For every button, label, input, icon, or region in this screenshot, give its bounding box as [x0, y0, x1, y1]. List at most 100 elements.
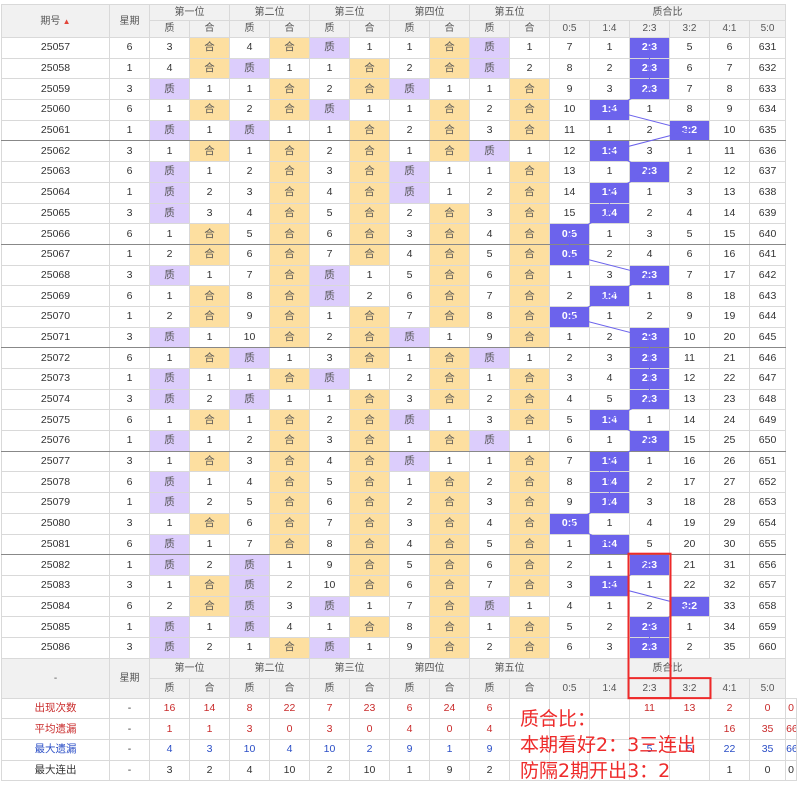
ratio-cell: 2 — [589, 243, 630, 266]
position-cell: 6 — [469, 264, 510, 287]
position-cell: 合 — [509, 471, 550, 494]
position-cell: 质 — [469, 57, 510, 80]
position-cell: 6 — [389, 285, 430, 307]
position-cell: 1 — [149, 512, 190, 535]
position-cell: 1 — [349, 368, 390, 390]
stats-value: 2 — [309, 759, 350, 782]
ratio-hit-cell: 2:3 — [629, 326, 670, 349]
period-cell: 25080 — [1, 512, 110, 535]
ratio-cell: 5 — [669, 37, 710, 59]
ratio-cell: 636 — [748, 140, 787, 163]
position-cell: 8 — [389, 616, 430, 638]
position-cell: 合 — [269, 471, 310, 494]
position-cell: 合 — [189, 99, 230, 121]
header-ratio-0-5: 0:5 — [549, 677, 590, 699]
ratio-cell: 1 — [589, 37, 630, 59]
period-cell: 25073 — [1, 368, 110, 390]
position-cell: 合 — [269, 181, 310, 204]
ratio-hit-cell: 1:4 — [589, 285, 630, 307]
position-cell: 合 — [509, 119, 550, 142]
ratio-cell: 2 — [549, 554, 590, 576]
position-cell: 4 — [229, 37, 270, 59]
ratio-cell: 12 — [669, 368, 710, 390]
position-cell: 合 — [509, 223, 550, 245]
position-cell: 1 — [389, 140, 430, 163]
stats-value: 24 — [429, 697, 470, 720]
ratio-cell: 10 — [549, 99, 590, 121]
position-cell: 2 — [269, 574, 310, 597]
ratio-cell: 27 — [709, 471, 750, 494]
table-row: 25072 6 1 合质 1 3 合 1 合质 1 2 3 2:3 11 21 646 — [1, 347, 797, 369]
period-cell: 25062 — [1, 140, 110, 163]
position-cell: 合 — [509, 305, 550, 328]
position-cell: 合 — [269, 492, 310, 514]
weekday-cell: 3 — [109, 574, 150, 597]
position-cell: 合 — [429, 595, 470, 618]
ratio-cell: 4 — [669, 202, 710, 225]
position-cell: 1 — [189, 78, 230, 101]
header-zhi: 质 — [389, 677, 430, 699]
position-cell: 合 — [349, 202, 390, 225]
ratio-hit-cell: 2:3 — [629, 368, 670, 390]
position-cell: 2 — [229, 99, 270, 121]
ratio-cell: 2 — [629, 595, 670, 618]
ratio-cell: 25 — [709, 430, 750, 452]
position-cell: 质 — [469, 37, 510, 59]
table-row: 25084 6 2 合质 3 质 1 7 合质 1 4 1 2 3:2 33 658 — [1, 595, 797, 618]
weekday-cell: 6 — [109, 409, 150, 432]
table-row: 25085 1 质 1 质 4 1 合 8 合 1 合 5 2 2:3 1 34 659 — [1, 616, 797, 638]
period-cell: 25063 — [1, 161, 110, 183]
ratio-cell: 1 — [629, 99, 670, 121]
position-cell: 2 — [309, 409, 350, 432]
position-cell: 质 — [229, 574, 270, 597]
stats-dash: - — [109, 697, 150, 720]
ratio-cell: 1 — [589, 554, 630, 576]
position-cell: 4 — [389, 243, 430, 266]
stats-value: 4 — [149, 739, 190, 761]
position-cell: 1 — [149, 450, 190, 473]
table-row: 25080 3 1 合 6 合 7 合 3 合 4 合 0:5 1 4 19 29 654 — [1, 512, 797, 535]
ratio-cell: 15 — [709, 223, 750, 245]
header-zhi: 质 — [149, 20, 190, 38]
position-cell: 合 — [349, 305, 390, 328]
position-cell: 1 — [189, 471, 230, 494]
ratio-hit-cell: 2:3 — [629, 430, 670, 452]
stats-dash: - — [109, 718, 150, 740]
position-cell: 合 — [349, 119, 390, 142]
header-ratio-1-4: 1:4 — [589, 20, 630, 38]
position-cell: 4 — [229, 471, 270, 494]
sort-arrow-icon[interactable]: ▲ — [60, 17, 71, 26]
ratio-cell: 11 — [669, 347, 710, 369]
position-cell: 1 — [509, 347, 550, 369]
header-he: 合 — [349, 677, 390, 699]
ratio-cell: 1 — [629, 181, 670, 204]
position-cell: 1 — [269, 347, 310, 369]
position-cell: 质 — [389, 181, 430, 204]
stats-value: 35 — [748, 718, 787, 740]
position-cell: 合 — [429, 492, 470, 514]
ratio-cell: 11 — [549, 119, 590, 142]
stats-value: 0 — [785, 697, 797, 720]
position-cell: 2 — [309, 326, 350, 349]
ratio-cell: 655 — [748, 533, 787, 556]
ratio-cell: 648 — [748, 388, 787, 411]
table-row: 25059 3 质 1 1 合 2 合质 1 1 合 9 3 2:3 7 8 633 — [1, 78, 797, 101]
table-row: 25073 1 质 1 1 合质 1 2 合 1 合 3 4 2:3 12 22 647 — [1, 368, 797, 390]
ratio-cell: 1 — [589, 595, 630, 618]
position-cell: 9 — [309, 554, 350, 576]
ratio-cell: 2 — [589, 326, 630, 349]
stats-value: 2 — [189, 759, 230, 782]
position-cell: 2 — [469, 636, 510, 659]
header-ratio-title: 质合比 — [548, 4, 787, 21]
position-cell: 质 — [469, 430, 510, 452]
header-zhi: 质 — [309, 677, 350, 699]
position-cell: 8 — [309, 533, 350, 556]
weekday-cell: 3 — [109, 512, 150, 535]
ratio-cell: 7 — [549, 450, 590, 473]
header-period[interactable]: 期号 ▲ — [1, 4, 110, 38]
position-cell: 10 — [229, 326, 270, 349]
stats-value: 0 — [785, 759, 797, 782]
position-cell: 1 — [309, 305, 350, 328]
position-cell: 合 — [429, 243, 470, 266]
position-cell: 合 — [509, 574, 550, 597]
